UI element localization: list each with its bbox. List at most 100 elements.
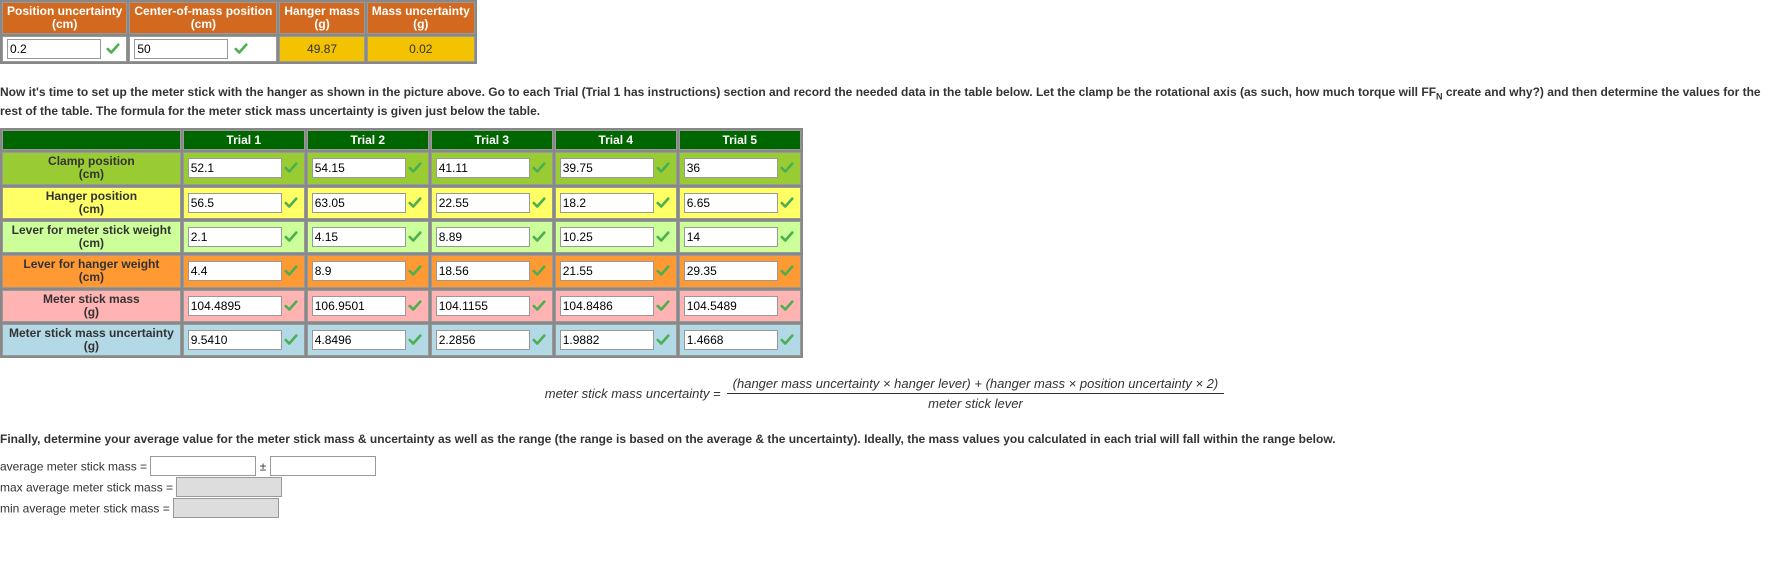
trial-input-r0-c2[interactable]	[436, 158, 530, 178]
trial-input-r2-c2[interactable]	[436, 227, 530, 247]
trial-cell	[555, 290, 677, 322]
trial-input-r2-c1[interactable]	[312, 227, 406, 247]
cell-mass-unc: 0.02	[367, 36, 475, 62]
trial-cell	[183, 152, 305, 184]
trial-input-r4-c2[interactable]	[436, 296, 530, 316]
trial-cell	[307, 152, 429, 184]
input-pos-unc[interactable]	[7, 39, 101, 59]
check-icon	[408, 264, 422, 278]
instructions-setup: Now it's time to set up the meter stick …	[0, 84, 1769, 120]
input-com-pos[interactable]	[134, 39, 228, 59]
instructions-final: Finally, determine your average value fo…	[0, 431, 1769, 448]
cell-com-pos	[129, 36, 277, 62]
trial-cell	[679, 221, 801, 253]
trial-input-r0-c3[interactable]	[560, 158, 654, 178]
trial-cell	[183, 187, 305, 219]
check-icon	[408, 161, 422, 175]
min-label: min average meter stick mass =	[0, 502, 173, 516]
trial-cell	[679, 152, 801, 184]
check-icon	[656, 230, 670, 244]
trial-input-r3-c4[interactable]	[684, 261, 778, 281]
trial-input-r0-c1[interactable]	[312, 158, 406, 178]
trial-input-r4-c1[interactable]	[312, 296, 406, 316]
row-label: Clamp position(cm)	[2, 152, 181, 184]
trial-input-r3-c1[interactable]	[312, 261, 406, 281]
check-icon	[284, 333, 298, 347]
check-icon	[408, 196, 422, 210]
trial-input-r3-c0[interactable]	[188, 261, 282, 281]
trial-input-r0-c0[interactable]	[188, 158, 282, 178]
trial-input-r5-c3[interactable]	[560, 330, 654, 350]
row-label: Lever for hanger weight(cm)	[2, 255, 181, 287]
trial-cell	[555, 187, 677, 219]
trial-cell	[679, 255, 801, 287]
input-max-mass[interactable]	[176, 477, 282, 497]
check-icon	[408, 299, 422, 313]
fn-symbol: FN	[1429, 85, 1443, 99]
trial-input-r5-c2[interactable]	[436, 330, 530, 350]
check-icon	[408, 230, 422, 244]
trial-input-r0-c4[interactable]	[684, 158, 778, 178]
trial-cell	[307, 255, 429, 287]
trial-input-r4-c3[interactable]	[560, 296, 654, 316]
trial-input-r1-c4[interactable]	[684, 193, 778, 213]
trial-input-r5-c4[interactable]	[684, 330, 778, 350]
trial-input-r5-c0[interactable]	[188, 330, 282, 350]
input-avg-unc[interactable]	[270, 456, 376, 476]
trial-input-r5-c1[interactable]	[312, 330, 406, 350]
trial-cell	[307, 290, 429, 322]
check-icon	[656, 196, 670, 210]
trial-input-r4-c0[interactable]	[188, 296, 282, 316]
trial-header-4: Trial 4	[555, 130, 677, 150]
header-hanger-mass: Hanger mass(g)	[279, 2, 364, 34]
max-label: max average meter stick mass =	[0, 481, 176, 495]
trial-input-r1-c3[interactable]	[560, 193, 654, 213]
check-icon	[106, 42, 120, 56]
trial-header-3: Trial 3	[431, 130, 553, 150]
final-results: average meter stick mass = ± max average…	[0, 456, 1769, 518]
trial-header-5: Trial 5	[679, 130, 801, 150]
check-icon	[532, 333, 546, 347]
trials-table: Trial 1Trial 2Trial 3Trial 4Trial 5 Clam…	[0, 128, 803, 358]
input-min-mass[interactable]	[173, 498, 279, 518]
check-icon	[656, 264, 670, 278]
trial-cell	[679, 187, 801, 219]
trial-cell	[431, 152, 553, 184]
trial-input-r3-c2[interactable]	[436, 261, 530, 281]
formula-denominator: meter stick lever	[727, 394, 1225, 411]
check-icon	[780, 161, 794, 175]
trial-input-r1-c1[interactable]	[312, 193, 406, 213]
trial-cell	[183, 290, 305, 322]
input-avg-mass[interactable]	[150, 456, 256, 476]
trial-cell	[431, 324, 553, 356]
trial-cell	[183, 324, 305, 356]
trial-input-r2-c0[interactable]	[188, 227, 282, 247]
trial-cell	[307, 221, 429, 253]
trial-input-r2-c4[interactable]	[684, 227, 778, 247]
trial-cell	[183, 255, 305, 287]
row-label: Lever for meter stick weight(cm)	[2, 221, 181, 253]
trial-input-r1-c2[interactable]	[436, 193, 530, 213]
trial-input-r1-c0[interactable]	[188, 193, 282, 213]
trial-cell	[555, 152, 677, 184]
check-icon	[532, 299, 546, 313]
formula-uncertainty: meter stick mass uncertainty = (hanger m…	[0, 376, 1769, 411]
header-com-pos: Center-of-mass position(cm)	[129, 2, 277, 34]
trial-input-r3-c3[interactable]	[560, 261, 654, 281]
trial-input-r4-c4[interactable]	[684, 296, 778, 316]
cell-pos-unc	[2, 36, 127, 62]
trial-cell	[679, 290, 801, 322]
check-icon	[408, 333, 422, 347]
formula-lhs: meter stick mass uncertainty =	[545, 386, 721, 401]
trial-cell	[555, 324, 677, 356]
check-icon	[532, 230, 546, 244]
check-icon	[780, 264, 794, 278]
check-icon	[780, 299, 794, 313]
header-pos-unc: Position uncertainty(cm)	[2, 2, 127, 34]
instr-text-a: Now it's time to set up the meter stick …	[0, 85, 1429, 99]
check-icon	[780, 196, 794, 210]
trial-cell	[555, 221, 677, 253]
check-icon	[284, 264, 298, 278]
trial-cell	[431, 187, 553, 219]
trial-input-r2-c3[interactable]	[560, 227, 654, 247]
